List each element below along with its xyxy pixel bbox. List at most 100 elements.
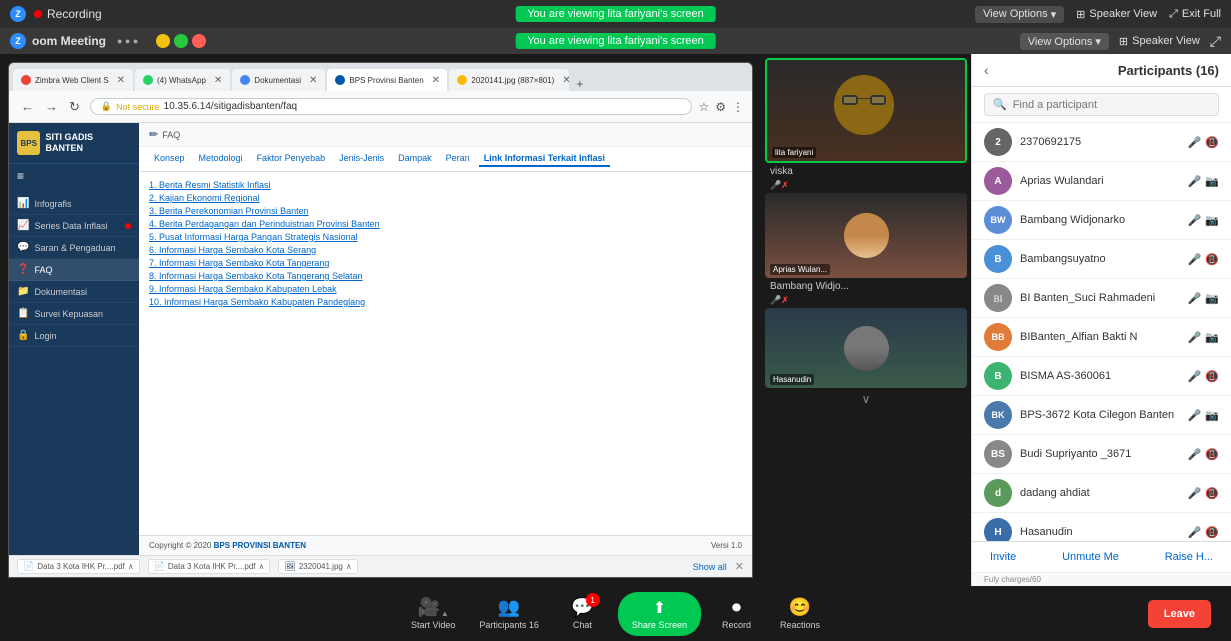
- nav-survei[interactable]: 📋 Survei Kepuasan: [9, 303, 139, 325]
- participant-item-bps3672[interactable]: BK BPS-3672 Kota Cilegon Banten 🎤 📷: [972, 396, 1231, 435]
- menu-icon[interactable]: ⋮: [732, 100, 744, 114]
- link-6[interactable]: 6. Informasi Harga Sembako Kota Serang: [149, 245, 742, 255]
- exit-fullscreen-button[interactable]: ⤢ Exit Full: [1169, 8, 1221, 21]
- tab-close-img[interactable]: ✕: [562, 75, 569, 86]
- nav-infografis[interactable]: 📊 Infografis: [9, 193, 139, 215]
- link-3[interactable]: 3. Berita Perekonomian Provinsi Banten: [149, 206, 742, 216]
- tab-metodologi[interactable]: Metodologi: [194, 151, 248, 167]
- bookmark-icon[interactable]: ☆: [698, 100, 709, 114]
- avatar-hasanudin: H: [984, 518, 1012, 541]
- video-lita[interactable]: lita fariyani: [765, 58, 967, 163]
- tab-zimbra[interactable]: Zimbra Web Client Sign In... ✕: [13, 69, 133, 91]
- participant-item-bb[interactable]: BB BIBanten_Alfian Bakti N 🎤 📷: [972, 318, 1231, 357]
- speaker-view-button-secondary[interactable]: ⊞ Speaker View: [1119, 35, 1200, 48]
- tab-dampak[interactable]: Dampak: [393, 151, 437, 167]
- unmute-me-button[interactable]: Unmute Me: [1056, 548, 1125, 566]
- hamburger-menu[interactable]: ≡: [9, 164, 139, 188]
- participant-item-budi[interactable]: BS Budi Supriyanto _3671 🎤 📵: [972, 435, 1231, 474]
- download-item-2[interactable]: 📄 Data 3 Kota IHK Pr....pdf ∧: [148, 559, 271, 574]
- tab-image[interactable]: 2020141.jpg (887×801) ✕: [449, 69, 569, 91]
- raise-hand-button[interactable]: Raise H...: [1159, 548, 1219, 566]
- tab-close-doc[interactable]: ✕: [309, 75, 317, 86]
- link-4[interactable]: 4. Berita Perdagangan dan Perinduistrian…: [149, 219, 742, 229]
- speaker-view-button[interactable]: ⊞ Speaker View: [1076, 8, 1157, 21]
- maximize-button[interactable]: [174, 34, 188, 48]
- nav-series-data[interactable]: 📈 Series Data Inflasi: [9, 215, 139, 237]
- tab-faktor[interactable]: Faktor Penyebab: [252, 151, 331, 167]
- close-button[interactable]: [192, 34, 206, 48]
- scroll-down-videos[interactable]: ∨: [765, 390, 967, 408]
- tab-favicon-zimbra: [21, 75, 31, 85]
- link-5[interactable]: 5. Pusat Informasi Harga Pangan Strategi…: [149, 232, 742, 242]
- video-caret[interactable]: ▲: [441, 609, 449, 618]
- participant-list: 2 2370692175 🎤 📵 A Aprias Wulandari 🎤 📷 …: [972, 123, 1231, 541]
- address-bar[interactable]: 🔒 Not secure 10.35.6.14/sitigadisbanten/…: [90, 98, 693, 115]
- participants-button[interactable]: 👥 Participants 16: [471, 593, 547, 634]
- video-hasanudin[interactable]: Hasanudin: [765, 308, 967, 388]
- participant-item-bambang[interactable]: BW Bambang Widjonarko 🎤 📷: [972, 201, 1231, 240]
- link-10[interactable]: 10. Informasi Harga Sembako Kabupaten Pa…: [149, 297, 742, 307]
- video-aprias[interactable]: Aprias Wulan...: [765, 193, 967, 278]
- download-chevron-1[interactable]: ∧: [128, 562, 134, 571]
- participant-item-bsuyatno[interactable]: B Bambangsuyatno 🎤 📵: [972, 240, 1231, 279]
- nav-faq[interactable]: ❓ FAQ: [9, 259, 139, 281]
- search-box: 🔍: [984, 93, 1219, 116]
- extensions-icon[interactable]: ⚙: [715, 100, 726, 114]
- reactions-button[interactable]: 😊 Reactions: [772, 593, 828, 634]
- tab-close-bps[interactable]: ✕: [432, 75, 440, 86]
- record-button[interactable]: ⏺ Record: [709, 593, 764, 634]
- participant-item-bi-suci[interactable]: BI Banten_Suci Rahmadeni 🎤 📷: [972, 279, 1231, 318]
- close-download-bar[interactable]: ✕: [735, 560, 744, 573]
- participant-item-hasanudin[interactable]: H Hasanudin 🎤 📵: [972, 513, 1231, 541]
- view-options-button-secondary[interactable]: View Options ▾: [1020, 33, 1109, 50]
- download-chevron-3[interactable]: ∧: [346, 562, 352, 571]
- back-button[interactable]: ←: [17, 97, 38, 117]
- tab-peran[interactable]: Peran: [441, 151, 475, 167]
- leave-button[interactable]: Leave: [1148, 600, 1211, 628]
- link-1[interactable]: 1. Berita Resmi Statistik Inflasi: [149, 180, 742, 190]
- minimize-button[interactable]: [156, 34, 170, 48]
- tab-link-informasi[interactable]: Link Informasi Terkait Inflasi: [479, 151, 610, 167]
- tab-close-whatsapp[interactable]: ✕: [214, 75, 222, 86]
- footer-org-link[interactable]: BPS PROVINSI BANTEN: [214, 541, 306, 550]
- invite-button[interactable]: Invite: [984, 548, 1022, 566]
- tab-close-zimbra[interactable]: ✕: [117, 75, 125, 86]
- link-8[interactable]: 8. Informasi Harga Sembako Kota Tangeran…: [149, 271, 742, 281]
- chat-button[interactable]: 💬 1 Chat: [555, 593, 610, 634]
- participant-item-bisma[interactable]: B BISMA AS-360061 🎤 📵: [972, 357, 1231, 396]
- tab-bps[interactable]: BPS Provinsi Banten ✕: [327, 69, 447, 91]
- saran-icon: 💬: [17, 242, 29, 253]
- search-participant-input[interactable]: [1013, 99, 1210, 111]
- new-tab-button[interactable]: +: [571, 77, 588, 91]
- browser-window: Zimbra Web Client Sign In... ✕ (4) Whats…: [8, 62, 753, 578]
- link-9[interactable]: 9. Informasi Harga Sembako Kabupaten Leb…: [149, 284, 742, 294]
- bambang-label: Bambang Widjo...: [765, 280, 967, 293]
- participant-icons-budi: 🎤 📵: [1188, 448, 1219, 461]
- collapse-participants[interactable]: ‹: [984, 62, 989, 78]
- forward-button[interactable]: →: [41, 97, 62, 117]
- notification-dot: [125, 223, 131, 229]
- participant-item-2370[interactable]: 2 2370692175 🎤 📵: [972, 123, 1231, 162]
- participant-item-aprias[interactable]: A Aprias Wulandari 🎤 📷: [972, 162, 1231, 201]
- view-options-button[interactable]: View Options ▾: [975, 6, 1064, 23]
- start-video-button[interactable]: 🎥 ▲ Start Video: [403, 593, 463, 634]
- tab-whatsapp[interactable]: (4) WhatsApp ✕: [135, 69, 230, 91]
- nav-dokumentasi[interactable]: 📁 Dokumentasi: [9, 281, 139, 303]
- tab-dokumentasi[interactable]: Dokumentasi ✕: [232, 69, 325, 91]
- share-screen-button[interactable]: ⬆ Share Screen: [618, 592, 701, 636]
- nav-login[interactable]: 🔒 Login: [9, 325, 139, 347]
- download-item-1[interactable]: 📄 Data 3 Kota IHK Pr....pdf ∧: [17, 559, 140, 574]
- link-2[interactable]: 2. Kajian Ekonomi Regional: [149, 193, 742, 203]
- show-all-downloads[interactable]: Show all: [693, 562, 727, 572]
- tab-jenis[interactable]: Jenis-Jenis: [334, 151, 389, 167]
- download-bar: 📄 Data 3 Kota IHK Pr....pdf ∧ 📄 Data 3 K…: [9, 555, 752, 577]
- download-chevron-2[interactable]: ∧: [259, 562, 265, 571]
- mic-muted-icon-hasanudin: 🎤: [1188, 526, 1202, 539]
- download-item-3[interactable]: 🖼 2320041.jpg ∧: [278, 559, 357, 574]
- link-7[interactable]: 7. Informasi Harga Sembako Kota Tangeran…: [149, 258, 742, 268]
- participant-item-dadang[interactable]: d dadang ahdiat 🎤 📵: [972, 474, 1231, 513]
- fullscreen-button[interactable]: ⤢: [1210, 33, 1221, 50]
- nav-saran[interactable]: 💬 Saran & Pengaduan: [9, 237, 139, 259]
- reload-button[interactable]: ↻: [65, 97, 84, 117]
- tab-konsep[interactable]: Konsep: [149, 151, 190, 167]
